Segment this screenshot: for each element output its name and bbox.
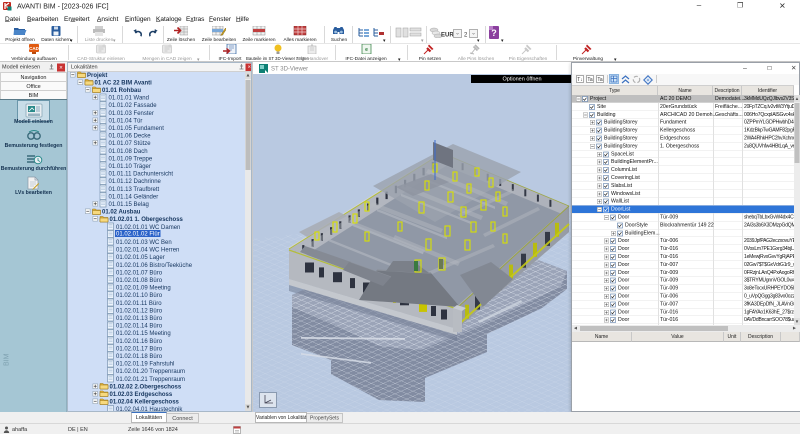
svg-text:e: e <box>365 47 368 53</box>
svg-text:?: ? <box>491 28 497 38</box>
svg-text:CAD: CAD <box>29 46 39 51</box>
